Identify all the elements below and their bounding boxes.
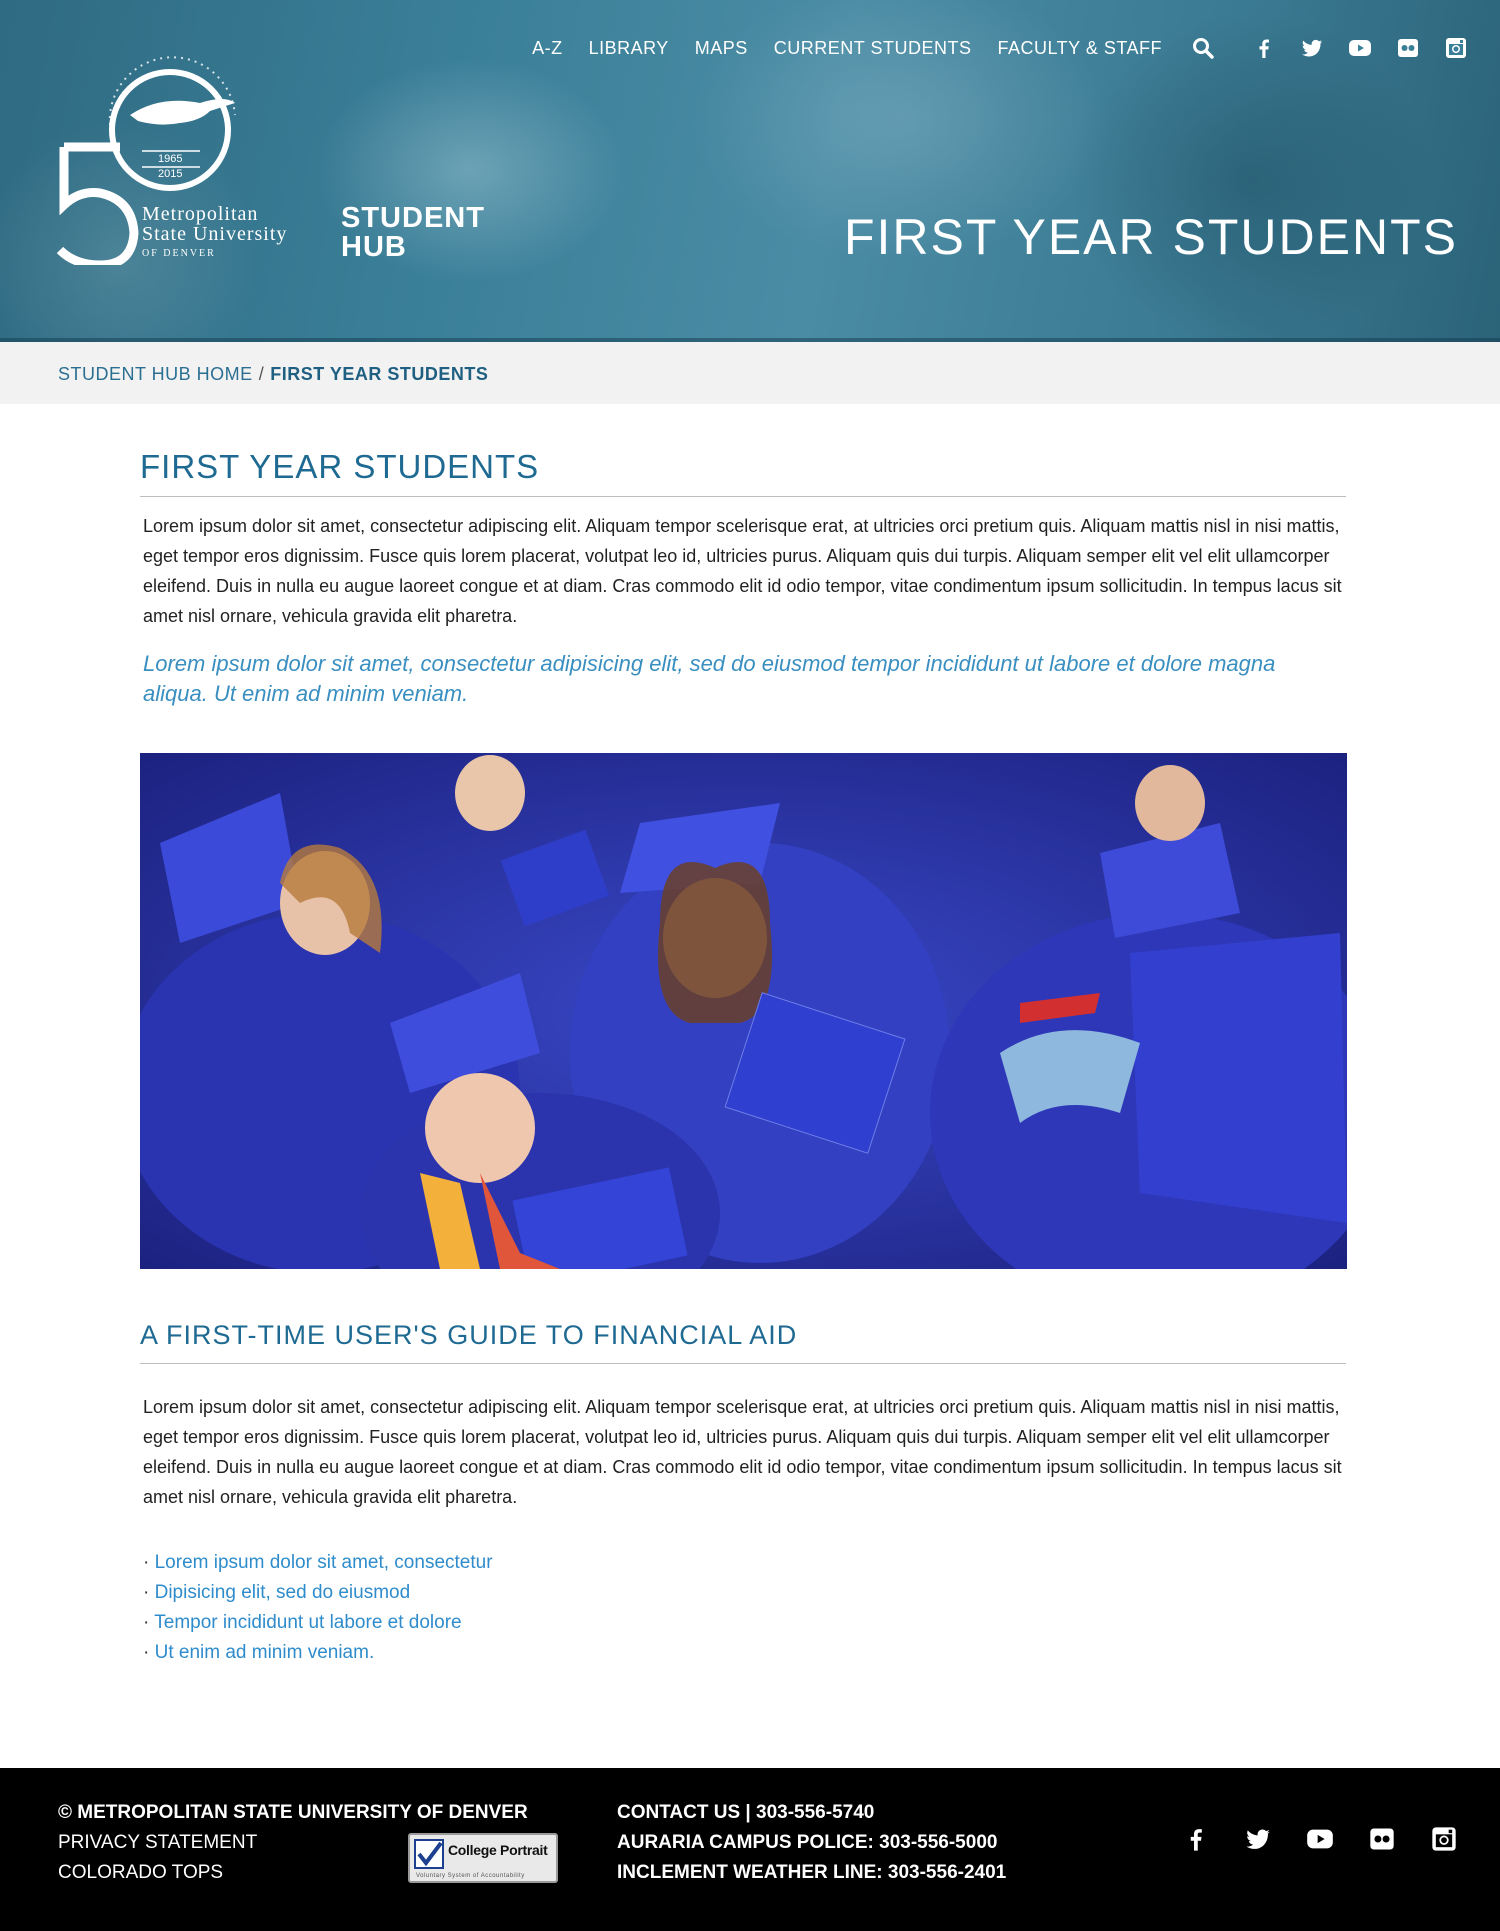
breadcrumb-separator: / — [258, 364, 265, 384]
checkmark-icon — [414, 1839, 444, 1869]
list-item: · Dipisicing elit, sed do eiusmod — [143, 1578, 1346, 1608]
link-item[interactable]: Lorem ipsum dolor sit amet, consectetur — [155, 1552, 493, 1573]
footer-copyright: © METROPOLITAN STATE UNIVERSITY OF DENVE… — [58, 1802, 528, 1823]
logo-year-start: 1965 — [158, 153, 183, 165]
student-hub-title[interactable]: STUDENT HUB — [341, 204, 485, 262]
msu-denver-50th-logo[interactable]: 1965 2015 Metropolitan State University … — [50, 55, 330, 265]
page-title: FIRST YEAR STUDENTS — [140, 448, 1346, 497]
breadcrumb-current: FIRST YEAR STUDENTS — [270, 364, 489, 384]
footer-contact-info: CONTACT US | 303-556-5740 AURARIA CAMPUS… — [617, 1798, 1006, 1888]
instagram-icon[interactable] — [1430, 1825, 1458, 1853]
hub-title-line1: STUDENT — [341, 202, 485, 234]
top-navigation: A-Z LIBRARY MAPS CURRENT STUDENTS FACULT… — [532, 36, 1468, 60]
list-item: · Lorem ipsum dolor sit amet, consectetu… — [143, 1548, 1346, 1578]
lead-paragraph: Lorem ipsum dolor sit amet, consectetur … — [143, 651, 1276, 706]
financial-aid-section: A FIRST-TIME USER'S GUIDE TO FINANCIAL A… — [140, 1320, 1346, 1668]
list-item: · Tempor incididunt ut labore et dolore — [143, 1608, 1346, 1638]
graduates-photo — [140, 753, 1347, 1269]
bullet: · — [143, 1552, 150, 1573]
link-item[interactable]: Dipisicing elit, sed do eiusmod — [155, 1582, 411, 1603]
site-header: A-Z LIBRARY MAPS CURRENT STUDENTS FACULT… — [0, 0, 1500, 342]
nav-faculty-staff[interactable]: FACULTY & STAFF — [997, 38, 1162, 59]
college-portrait-badge[interactable]: College Portrait Voluntary System of Acc… — [408, 1833, 558, 1883]
bullet: · — [143, 1612, 150, 1633]
breadcrumb-bar: STUDENT HUB HOME / FIRST YEAR STUDENTS — [0, 342, 1500, 404]
header-social-links — [1252, 36, 1468, 60]
financial-aid-heading: A FIRST-TIME USER'S GUIDE TO FINANCIAL A… — [140, 1320, 1346, 1364]
badge-subtitle: Voluntary System of Accountability — [416, 1873, 525, 1879]
flickr-icon[interactable] — [1396, 36, 1420, 60]
youtube-icon[interactable] — [1306, 1825, 1334, 1853]
financial-aid-links: · Lorem ipsum dolor sit amet, consectetu… — [140, 1548, 1346, 1668]
financial-aid-paragraph: Lorem ipsum dolor sit amet, consectetur … — [143, 1397, 1342, 1507]
link-item[interactable]: Tempor incididunt ut labore et dolore — [154, 1612, 461, 1633]
twitter-icon[interactable] — [1244, 1825, 1272, 1853]
list-item: · Ut enim ad minim veniam. — [143, 1638, 1346, 1668]
weather-line-phone: INCLEMENT WEATHER LINE: 303-556-2401 — [617, 1862, 1007, 1883]
youtube-icon[interactable] — [1348, 36, 1372, 60]
badge-title: College Portrait — [448, 1842, 548, 1858]
breadcrumb-home-link[interactable]: STUDENT HUB HOME — [58, 364, 253, 384]
nav-current-students[interactable]: CURRENT STUDENTS — [774, 38, 972, 59]
intro-paragraph: Lorem ipsum dolor sit amet, consectetur … — [143, 516, 1342, 626]
logo-year-end: 2015 — [158, 168, 183, 180]
logo-university-line2: State University — [142, 223, 288, 245]
twitter-icon[interactable] — [1300, 36, 1324, 60]
hub-title-line2: HUB — [341, 231, 407, 263]
breadcrumb: STUDENT HUB HOME / FIRST YEAR STUDENTS — [58, 364, 488, 385]
main-content: FIRST YEAR STUDENTS Lorem ipsum dolor si… — [140, 448, 1346, 709]
flickr-icon[interactable] — [1368, 1825, 1396, 1853]
instagram-icon[interactable] — [1444, 36, 1468, 60]
search-icon[interactable] — [1192, 37, 1214, 59]
facebook-icon[interactable] — [1252, 36, 1276, 60]
contact-us-link[interactable]: CONTACT US | 303-556-5740 — [617, 1798, 1006, 1828]
nav-maps[interactable]: MAPS — [695, 38, 748, 59]
facebook-icon[interactable] — [1182, 1825, 1210, 1853]
hero-page-title: FIRST YEAR STUDENTS — [843, 209, 1458, 265]
nav-a-z[interactable]: A-Z — [532, 38, 563, 59]
logo-university-line3: OF DENVER — [142, 248, 216, 259]
footer-social-links — [1182, 1825, 1458, 1853]
site-footer: © METROPOLITAN STATE UNIVERSITY OF DENVE… — [0, 1768, 1500, 1931]
bullet: · — [143, 1582, 150, 1603]
nav-library[interactable]: LIBRARY — [589, 38, 669, 59]
link-item[interactable]: Ut enim ad minim veniam. — [155, 1642, 375, 1663]
bullet: · — [143, 1642, 150, 1663]
campus-police-phone: AURARIA CAMPUS POLICE: 303-556-5000 — [617, 1832, 998, 1853]
